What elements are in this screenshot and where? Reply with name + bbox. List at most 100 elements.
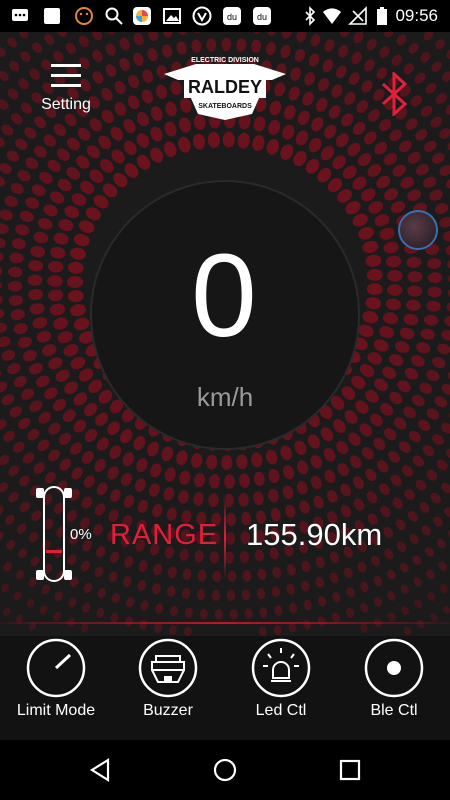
pattern-dot: [83, 582, 93, 594]
pattern-dot: [315, 576, 325, 588]
pattern-dot: [184, 607, 193, 618]
pattern-dot: [435, 93, 447, 104]
pattern-dot: [425, 82, 437, 94]
pattern-dot: [360, 602, 369, 613]
pattern-dot: [110, 488, 121, 502]
pattern-dot: [136, 112, 149, 127]
pattern-dot: [439, 216, 450, 228]
pattern-dot: [426, 569, 435, 580]
pattern-dot: [294, 48, 306, 62]
pattern-dot: [0, 531, 4, 541]
pattern-dot: [414, 72, 426, 84]
pattern-dot: [161, 446, 174, 462]
pattern-dot: [289, 602, 298, 614]
pattern-dot: [0, 583, 10, 593]
led-ctl-button[interactable]: Led Ctl: [225, 636, 337, 740]
pattern-dot: [391, 54, 402, 66]
pattern-dot: [332, 592, 341, 603]
pattern-dot: [303, 619, 311, 630]
pattern-dot: [137, 499, 149, 513]
pattern-dot: [244, 608, 253, 619]
pattern-dot: [420, 105, 433, 117]
setting-button[interactable]: Setting: [38, 62, 94, 116]
pattern-dot: [120, 472, 133, 487]
pattern-dot: [49, 191, 65, 204]
pattern-dot: [241, 589, 251, 601]
pattern-dot: [126, 596, 135, 608]
pattern-dot: [109, 551, 120, 563]
pattern-dot: [149, 483, 160, 497]
pattern-dot: [267, 32, 277, 36]
pattern-dot: [19, 501, 30, 513]
pattern-dot: [127, 95, 140, 110]
ble-ctl-label: Ble Ctl: [370, 702, 418, 719]
limit-mode-button[interactable]: Limit Mode: [0, 636, 112, 740]
svg-text:du: du: [227, 12, 237, 22]
pattern-dot: [163, 141, 177, 158]
pattern-dot: [83, 475, 95, 488]
pattern-dot: [4, 514, 15, 525]
pattern-dot: [222, 131, 235, 148]
pattern-dot: [65, 42, 76, 55]
pattern-dot: [57, 178, 72, 192]
pattern-dot: [317, 77, 330, 92]
skateboard-battery-icon: [36, 486, 72, 582]
pattern-dot: [407, 510, 418, 522]
pattern-dot: [297, 110, 310, 126]
home-icon[interactable]: [211, 756, 239, 784]
pattern-dot: [150, 126, 163, 142]
setting-label: Setting: [41, 96, 91, 113]
pattern-dot: [1, 124, 14, 136]
pattern-dot: [122, 452, 135, 466]
pattern-dot: [123, 118, 136, 134]
battery-percent: 0%: [70, 526, 92, 543]
pattern-dot: [4, 196, 18, 207]
pattern-dot: [378, 483, 390, 495]
pattern-dot: [193, 492, 204, 506]
pattern-dot: [414, 599, 423, 609]
pattern-dot: [169, 624, 177, 636]
pattern-dot: [3, 430, 16, 442]
buzzer-button[interactable]: Buzzer: [112, 636, 224, 740]
pattern-dot: [64, 205, 80, 219]
logo-bottom-text: SKATEBOARDS: [198, 103, 252, 110]
pattern-dot: [295, 130, 309, 146]
pattern-dot: [439, 165, 450, 176]
pattern-dot: [322, 59, 334, 72]
ble-ctl-button[interactable]: Ble Ctl: [338, 636, 450, 740]
pattern-dot: [392, 164, 406, 177]
pattern-dot: [429, 189, 443, 201]
pattern-dot: [22, 452, 35, 464]
pattern-dot: [257, 568, 267, 581]
color-app-icon: [133, 7, 151, 25]
pattern-dot: [0, 109, 1, 124]
pattern-dot: [441, 71, 450, 82]
pattern-dot: [446, 448, 450, 460]
limit-mode-label: Limit Mode: [16, 702, 96, 719]
pattern-dot: [191, 453, 203, 468]
pattern-dot: [225, 532, 236, 545]
recents-icon[interactable]: [336, 756, 364, 784]
back-icon[interactable]: [86, 756, 114, 784]
pattern-dot: [317, 596, 327, 607]
pattern-dot: [374, 141, 388, 155]
pattern-dot: [398, 441, 411, 453]
pattern-dot: [352, 476, 365, 490]
pattern-dot: [18, 78, 29, 90]
pattern-dot: [386, 569, 396, 580]
pattern-dot: [420, 51, 431, 63]
pattern-dot: [440, 422, 450, 434]
pattern-dot: [346, 587, 355, 598]
pattern-dot: [196, 589, 206, 601]
pattern-dot: [423, 32, 434, 41]
pattern-dot: [415, 164, 429, 176]
pattern-dot: [29, 362, 43, 375]
bluetooth-button[interactable]: [378, 72, 412, 116]
pattern-dot: [94, 503, 106, 516]
pattern-dot: [373, 597, 383, 607]
pattern-dot: [266, 139, 280, 155]
pattern-dot: [71, 467, 83, 480]
pattern-dot: [194, 472, 206, 488]
pattern-dot: [59, 458, 71, 471]
pattern-dot: [94, 566, 104, 578]
